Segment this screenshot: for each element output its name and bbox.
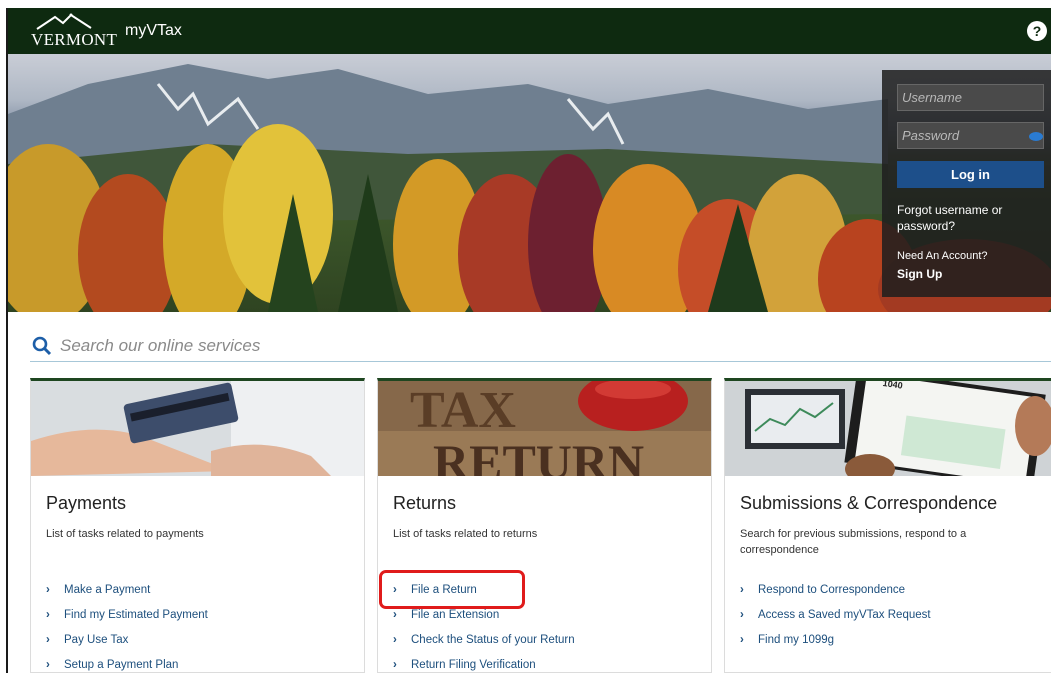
link-label[interactable]: Find my 1099g (758, 634, 834, 646)
top-navbar: VERMONT myVTax ? (8, 8, 1051, 54)
link-label[interactable]: Make a Payment (64, 584, 150, 596)
chevron-right-icon: › (46, 609, 50, 621)
app-title: myVTax (125, 22, 182, 39)
username-input[interactable] (897, 84, 1044, 111)
link-label[interactable]: Setup a Payment Plan (64, 659, 178, 671)
login-button[interactable]: Log in (897, 161, 1044, 188)
link-setup-payment-plan[interactable]: › Setup a Payment Plan (46, 659, 208, 672)
page: VERMONT myVTax ? Username Log in Forgot … (6, 8, 1051, 673)
link-label[interactable]: Access a Saved myVTax Request (758, 609, 931, 621)
signup-link[interactable]: Sign Up (897, 267, 942, 281)
chevron-right-icon: › (46, 634, 50, 646)
chevron-right-icon: › (740, 584, 744, 596)
mountain-logo-icon (36, 13, 92, 30)
show-password-eye-icon[interactable] (1029, 132, 1043, 141)
card-title: Submissions & Correspondence (740, 493, 998, 513)
logo-text: VERMONT (31, 30, 118, 49)
card-title: Payments (46, 493, 127, 513)
link-pay-use-tax[interactable]: › Pay Use Tax (46, 634, 208, 659)
link-label[interactable]: Respond to Correspondence (758, 584, 905, 596)
link-return-filing-verification[interactable]: › Return Filing Verification (393, 659, 575, 672)
card-links: › Respond to Correspondence › Access a Sav… (740, 584, 931, 659)
submissions-card-image: 1040 (725, 381, 1051, 476)
card-description: Search for previous submissions, respond… (740, 528, 967, 556)
link-make-payment[interactable]: › Make a Payment (46, 584, 208, 609)
submissions-card: 1040 Submissions & Correspondence Search… (724, 378, 1051, 673)
link-label[interactable]: File an Extension (411, 609, 499, 621)
vermont-logo[interactable]: VERMONT (31, 12, 117, 50)
chevron-right-icon: › (740, 634, 744, 646)
service-search-bar[interactable]: Search our online services (30, 328, 1051, 362)
payments-card: Payments List of tasks related to paymen… (30, 378, 365, 673)
link-find-1099g[interactable]: › Find my 1099g (740, 634, 931, 659)
link-label[interactable]: Return Filing Verification (411, 659, 536, 671)
return-block-letters: RETURN (433, 434, 644, 476)
link-label[interactable]: Pay Use Tax (64, 634, 128, 646)
help-icon[interactable]: ? (1027, 21, 1047, 41)
login-panel: Log in Forgot username or password? Need… (882, 70, 1051, 297)
tax-block-letters: TAX (410, 382, 516, 439)
link-label[interactable]: Check the Status of your Return (411, 634, 575, 646)
link-label[interactable]: Find my Estimated Payment (64, 609, 208, 621)
link-check-return-status[interactable]: › Check the Status of your Return (393, 634, 575, 659)
need-account-text: Need An Account? (897, 250, 988, 262)
link-respond-correspondence[interactable]: › Respond to Correspondence (740, 584, 931, 609)
chevron-right-icon: › (393, 609, 397, 621)
chevron-right-icon: › (46, 584, 50, 596)
chevron-right-icon: › (740, 609, 744, 621)
card-links: › Make a Payment › Find my Estimated Payme… (46, 584, 208, 672)
password-input[interactable] (897, 122, 1044, 149)
link-find-estimated-payment[interactable]: › Find my Estimated Payment (46, 609, 208, 634)
card-description: List of tasks related to payments (46, 528, 204, 540)
card-description: List of tasks related to returns (393, 528, 538, 540)
chevron-right-icon: › (393, 659, 397, 671)
payments-card-image (31, 381, 364, 476)
card-title: Returns (393, 493, 457, 513)
forgot-credentials-link[interactable]: Forgot username or password? (897, 202, 1047, 234)
returns-card-image: TAX RETURN (378, 381, 711, 476)
search-icon[interactable] (32, 336, 52, 356)
link-file-extension[interactable]: › File an Extension (393, 609, 575, 634)
link-access-saved-request[interactable]: › Access a Saved myVTax Request (740, 609, 931, 634)
search-placeholder[interactable]: Search our online services (60, 336, 260, 356)
chevron-right-icon: › (46, 659, 50, 671)
chevron-right-icon: › (393, 634, 397, 646)
file-return-highlight-box (379, 570, 525, 609)
returns-card: TAX RETURN Returns List of tasks related… (377, 378, 712, 673)
